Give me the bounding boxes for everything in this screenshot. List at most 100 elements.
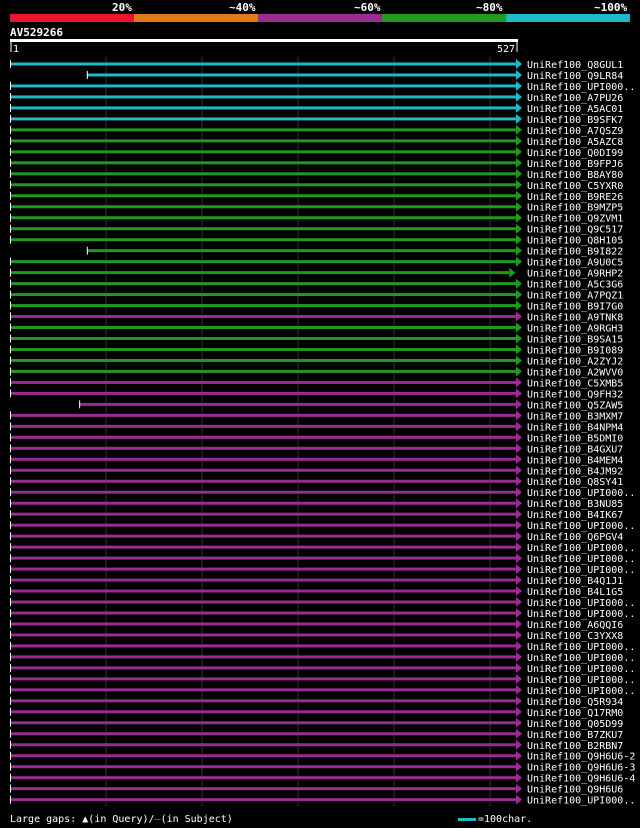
hit-bar [10, 776, 516, 780]
hit-label: UniRef100_B3MXM7 [527, 411, 623, 422]
hit-label: UniRef100_B9MZP5 [527, 203, 623, 214]
hit-label: UniRef100_B9RE26 [527, 192, 623, 203]
hit-bar [10, 62, 516, 66]
hit-arrow [516, 739, 522, 750]
hit-arrow [516, 135, 522, 146]
hit-bar [10, 337, 516, 340]
hit-bar [10, 424, 516, 428]
hit-label: UniRef100_A9U0C5 [527, 258, 623, 269]
hit-bar [10, 611, 516, 615]
hit-arrow [516, 706, 522, 717]
hit-label: UniRef100_B2RBN7 [527, 741, 623, 752]
hit-label: UniRef100_Q9LR84 [527, 71, 623, 82]
hit-arrow [516, 564, 522, 575]
hit-label: UniRef100_UPI000.. [527, 686, 635, 697]
hit-arrow [516, 410, 522, 421]
hit-arrow [516, 454, 522, 465]
hit-bar [10, 161, 516, 165]
hit-bar [10, 326, 516, 330]
hit-arrow [516, 377, 522, 388]
hit-bar [10, 501, 516, 505]
hit-label: UniRef100_B4Q1J1 [527, 576, 623, 587]
hit-label: UniRef100_C5YXR0 [527, 181, 623, 192]
hit-label: UniRef100_A2WVV0 [527, 367, 623, 378]
hit-arrow [516, 509, 522, 520]
hit-label: UniRef100_C3YXX8 [527, 631, 623, 642]
hit-bar [10, 644, 516, 648]
hit-bar [10, 545, 516, 549]
hit-bar [10, 732, 516, 736]
hit-label: UniRef100_Q9ZVM1 [527, 214, 623, 225]
hit-bar [10, 205, 516, 209]
hit-label: UniRef100_B9SFK7 [527, 115, 623, 126]
hit-arrow [516, 157, 522, 168]
hit-arrow [516, 300, 522, 311]
hit-bar [10, 150, 516, 154]
hit-bar [10, 666, 516, 670]
hit-arrow [516, 761, 522, 772]
hit-label: UniRef100_Q5R934 [527, 697, 623, 708]
hit-label: UniRef100_UPI000.. [527, 664, 635, 675]
hit-label: UniRef100_UPI000.. [527, 543, 635, 554]
hit-arrow [516, 794, 522, 805]
hit-arrow [516, 717, 522, 728]
hit-label: UniRef100_UPI000.. [527, 488, 635, 499]
hit-label: UniRef100_A5AZC8 [527, 137, 623, 148]
hit-label: UniRef100_UPI000.. [527, 598, 635, 609]
hit-label: UniRef100_Q8GUL1 [527, 60, 623, 71]
hit-arrow [516, 728, 522, 739]
hit-bar [10, 688, 516, 692]
hit-label: UniRef100_Q9H6U6-4 [527, 774, 635, 785]
hit-arrow [516, 443, 522, 454]
hit-bar [10, 216, 516, 220]
hit-label: UniRef100_B9I089 [527, 345, 623, 356]
hit-arrow [516, 520, 522, 531]
hit-label: UniRef100_B4GXU7 [527, 444, 623, 455]
hit-arrow [516, 278, 522, 289]
hit-arrow [516, 695, 522, 706]
hit-bar [10, 710, 516, 714]
hit-bar [10, 435, 516, 439]
hit-arrow [516, 234, 522, 245]
hit-bar [10, 446, 516, 450]
hit-bar [10, 128, 516, 132]
hit-label: UniRef100_UPI000.. [527, 675, 635, 686]
hit-bar [10, 271, 510, 275]
hit-bar [10, 622, 516, 626]
hit-label: UniRef100_C5XMB5 [527, 378, 623, 389]
gaps-label: Large gaps: [10, 814, 77, 825]
hit-bar [10, 721, 516, 725]
hit-bar [10, 479, 516, 483]
hit-arrow [516, 783, 522, 794]
hit-bar [10, 699, 516, 703]
hit-bar [10, 95, 516, 99]
hit-arrow [516, 179, 522, 190]
hit-arrow [516, 575, 522, 586]
hit-arrow [516, 168, 522, 179]
hit-arrow [516, 597, 522, 608]
hit-label: UniRef100_Q9H6U6-2 [527, 752, 635, 763]
hit-arrow [516, 476, 522, 487]
hit-label: UniRef100_UPI000.. [527, 82, 635, 93]
hit-label: UniRef100_Q9FH32 [527, 389, 623, 400]
hit-bar [10, 567, 516, 571]
hit-arrow [516, 662, 522, 673]
hit-arrow [516, 333, 522, 344]
hit-arrow [516, 421, 522, 432]
hit-bar [10, 238, 516, 242]
hit-label: UniRef100_UPI000.. [527, 653, 635, 664]
hit-bar [10, 227, 516, 231]
hit-bar [10, 347, 516, 351]
hit-bar [10, 260, 516, 264]
hit-label: UniRef100_A2ZYJ2 [527, 356, 623, 367]
hit-label: UniRef100_Q0DI99 [527, 148, 623, 159]
hit-bar [10, 787, 516, 791]
hit-label: UniRef100_B9I7G0 [527, 302, 623, 313]
hit-arrow [516, 750, 522, 761]
hit-arrow [516, 223, 522, 234]
hit-arrow [516, 586, 522, 597]
hit-label: UniRef100_Q8H105 [527, 236, 623, 247]
hit-label: UniRef100_UPI000.. [527, 554, 635, 565]
hit-bar [10, 380, 516, 384]
hit-arrow [516, 69, 522, 80]
